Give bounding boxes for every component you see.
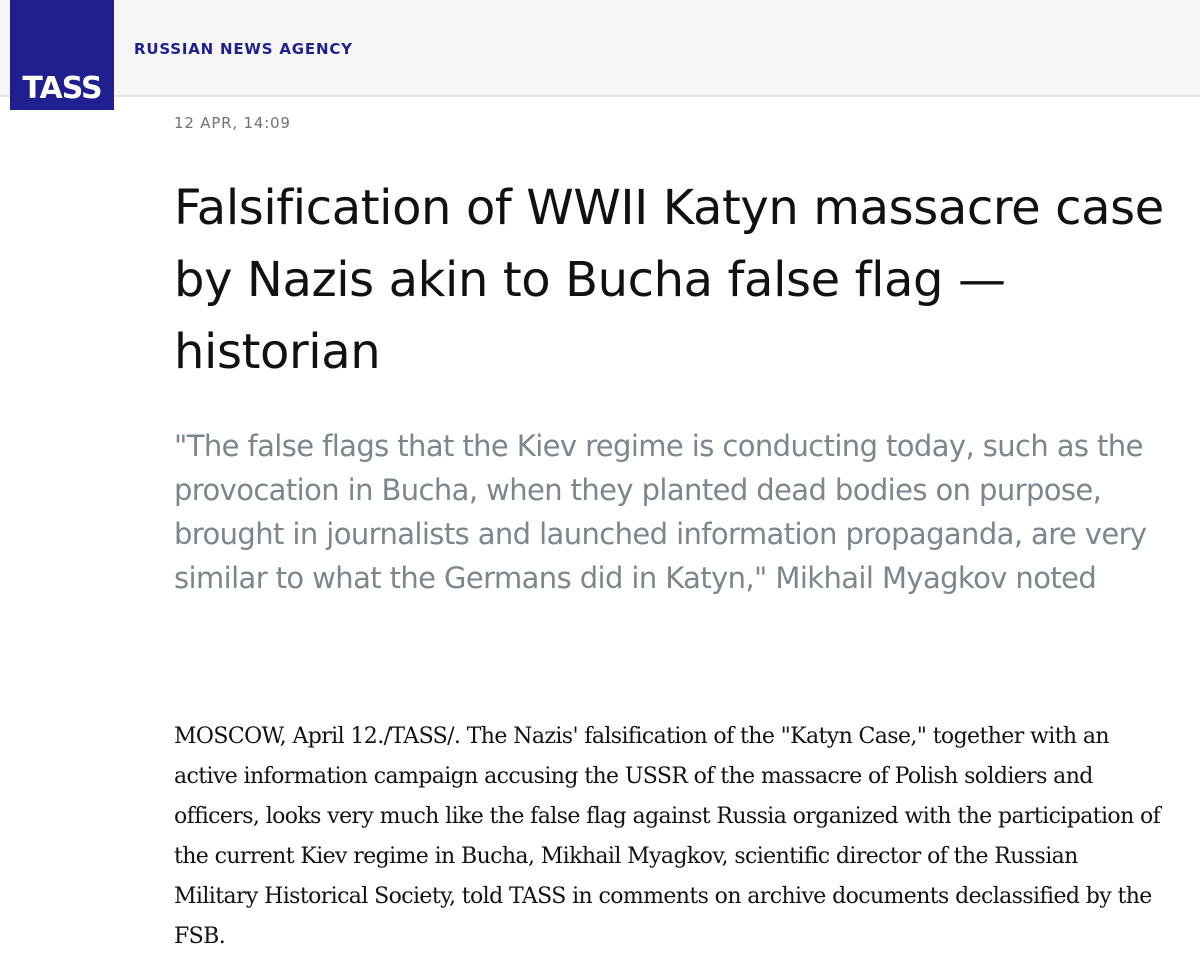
logo-text: TASS xyxy=(22,71,102,106)
article-body: MOSCOW, April 12./TASS/. The Nazis' fals… xyxy=(174,724,1161,949)
article-title: Falsification of WWII Katyn massacre cas… xyxy=(174,180,1164,380)
agency-name: RUSSIAN NEWS AGENCY xyxy=(134,40,353,58)
article-lead: "The false flags that the Kiev regime is… xyxy=(174,429,1147,595)
article-date: 12 APR, 14:09 xyxy=(174,114,291,132)
tass-logo[interactable]: TASS xyxy=(10,0,114,110)
